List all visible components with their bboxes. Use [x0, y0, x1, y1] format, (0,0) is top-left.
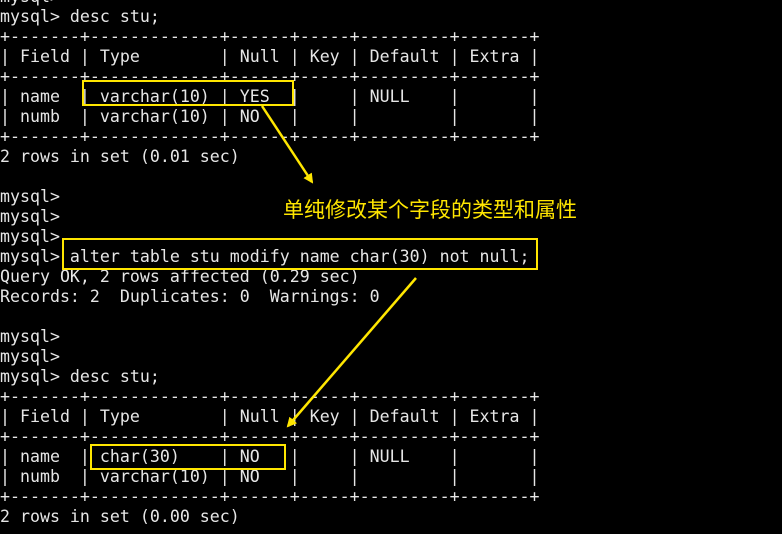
terminal-window[interactable]: mysql>mysql> desc stu;+-------+---------… [0, 0, 782, 534]
arrow-to-result [286, 277, 417, 428]
annotation-label: 单纯修改某个字段的类型和属性 [283, 198, 577, 222]
arrow-to-annotation [260, 105, 314, 184]
arrows-layer [260, 105, 417, 428]
